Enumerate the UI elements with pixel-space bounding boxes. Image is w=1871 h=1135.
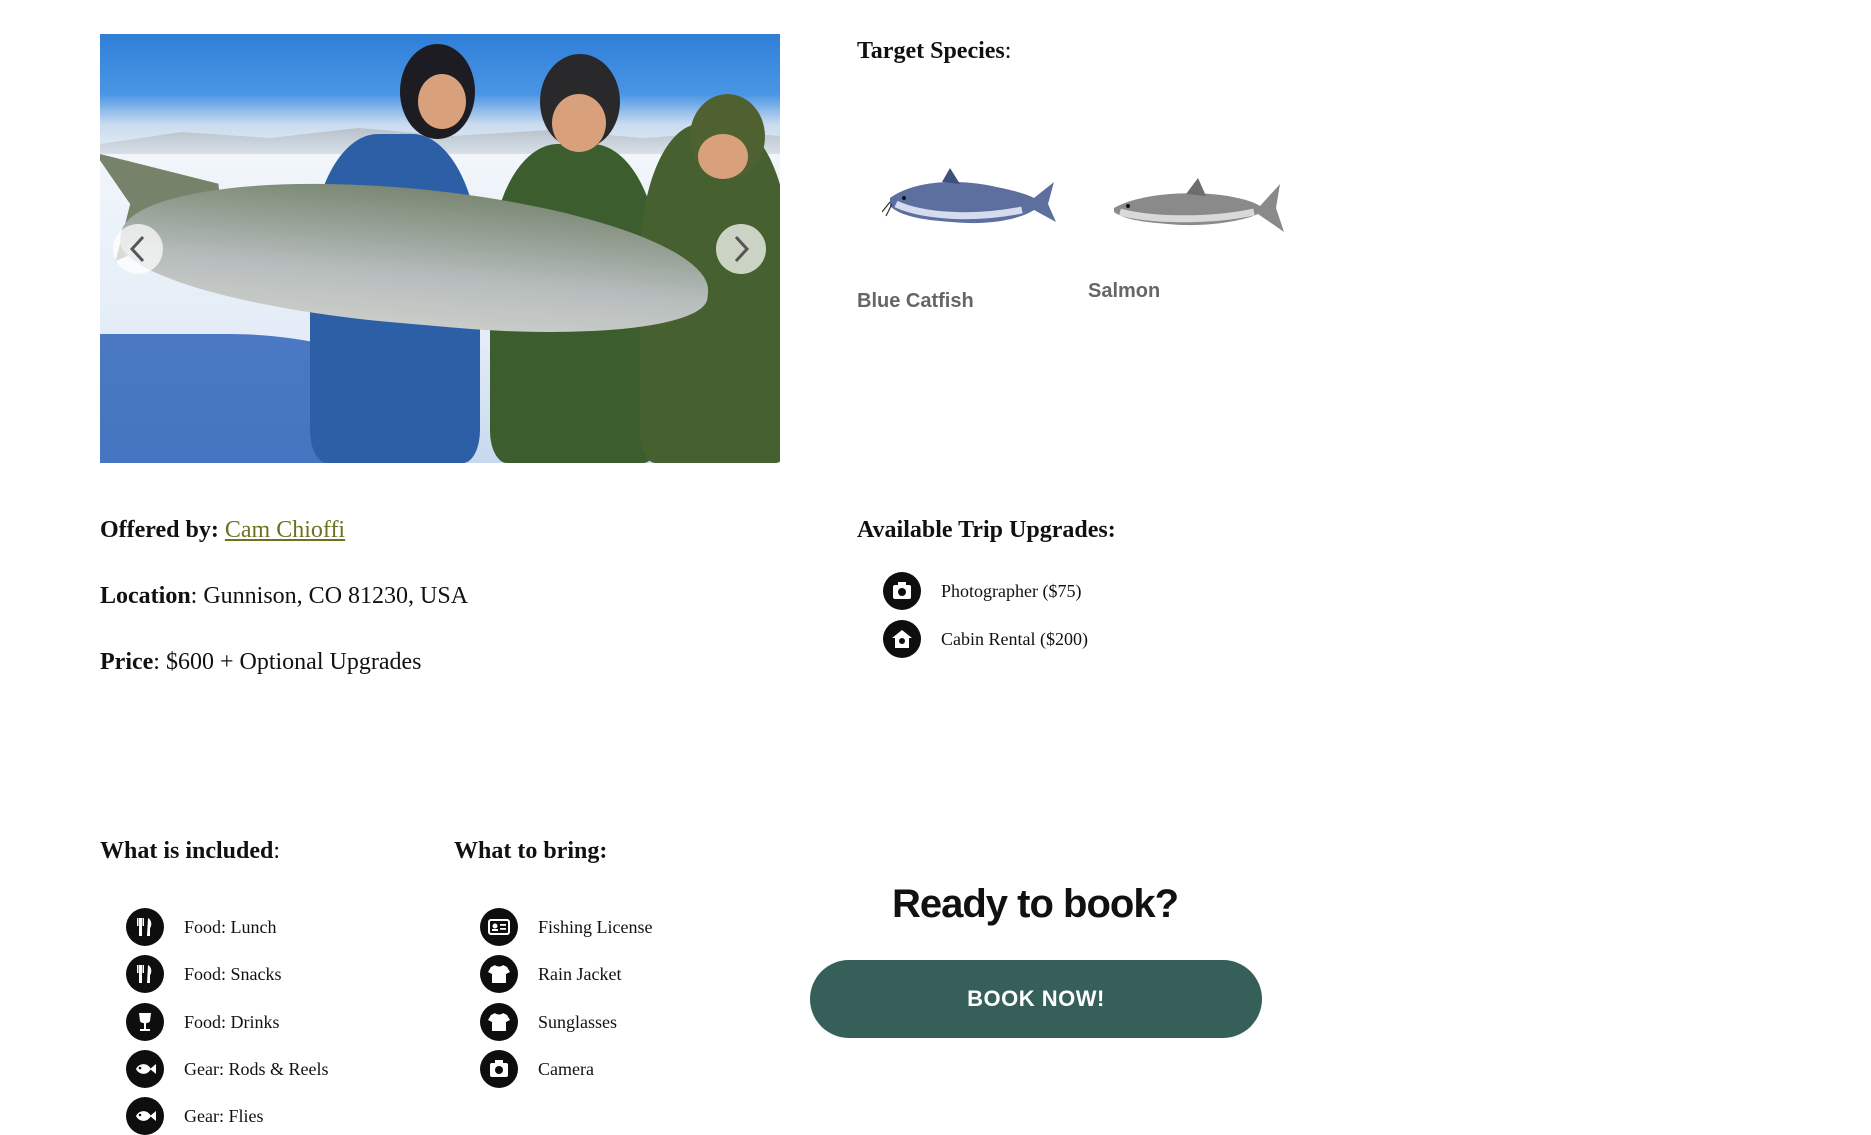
- species-name: Blue Catfish: [857, 290, 974, 312]
- guide-profile-link[interactable]: Cam Chioffi: [225, 517, 345, 543]
- blue-catfish-image: [882, 168, 1056, 224]
- upgrade-item-photographer[interactable]: Photographer ($75): [883, 572, 1081, 610]
- location: Location: Gunnison, CO 81230, USA: [100, 583, 469, 609]
- fish-icon: [126, 1097, 164, 1135]
- bring-item: Camera: [480, 1050, 594, 1088]
- utensils-icon: [126, 908, 164, 946]
- included-item: Gear: Rods & Reels: [126, 1050, 328, 1088]
- bring-item: Sunglasses: [480, 1003, 617, 1041]
- included-item: Food: Lunch: [126, 908, 277, 946]
- wine-glass-icon: [126, 1003, 164, 1041]
- salmon-image: [1114, 178, 1284, 232]
- bring-item: Rain Jacket: [480, 955, 621, 993]
- shirt-icon: [480, 1003, 518, 1041]
- carousel-next-button[interactable]: [716, 224, 766, 274]
- chevron-right-icon: [734, 235, 750, 263]
- fish-icon: [126, 1050, 164, 1088]
- photo-carousel: [100, 34, 780, 463]
- included-heading: What is included:: [100, 838, 281, 864]
- camera-icon: [883, 572, 921, 610]
- ready-to-book-heading: Ready to book?: [891, 882, 1179, 926]
- upgrade-label: Cabin Rental ($200): [941, 628, 1088, 649]
- included-item: Food: Snacks: [126, 955, 282, 993]
- included-item: Gear: Flies: [126, 1097, 263, 1135]
- carousel-prev-button[interactable]: [113, 224, 163, 274]
- offered-by: Offered by: Cam Chioffi: [100, 517, 346, 543]
- utensils-icon: [126, 955, 164, 993]
- chevron-left-icon: [129, 235, 145, 263]
- upgrade-label: Photographer ($75): [941, 580, 1082, 601]
- bring-item: Fishing License: [480, 908, 653, 946]
- target-species-heading: Target Species:: [857, 38, 1012, 64]
- book-now-button[interactable]: BOOK NOW!: [810, 960, 1262, 1038]
- carousel-photo: [100, 34, 780, 463]
- bring-heading: What to bring:: [454, 838, 608, 864]
- upgrades-heading: Available Trip Upgrades:: [857, 517, 1116, 543]
- upgrade-item-cabin-rental[interactable]: Cabin Rental ($200): [883, 620, 1088, 658]
- shirt-icon: [480, 955, 518, 993]
- camera-icon: [480, 1050, 518, 1088]
- species-name: Salmon: [1088, 280, 1161, 302]
- included-item: Food: Drinks: [126, 1003, 280, 1041]
- house-icon: [883, 620, 921, 658]
- id-card-icon: [480, 908, 518, 946]
- price: Price: $600 + Optional Upgrades: [100, 649, 422, 675]
